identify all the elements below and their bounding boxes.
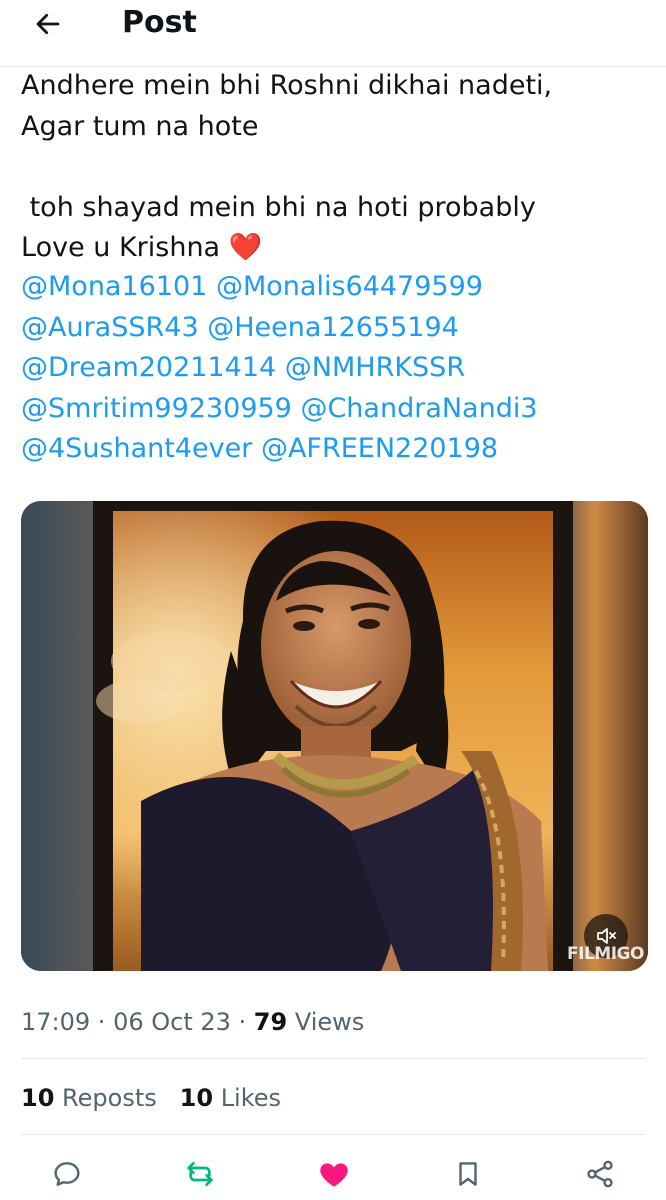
reply-icon: [54, 1162, 80, 1186]
mention-link[interactable]: @Dream20211414: [21, 352, 276, 383]
likes-stat[interactable]: 10 Likes: [180, 1084, 281, 1112]
reposts-label: Reposts: [62, 1084, 157, 1112]
mention-row: @Smritim99230959 @ChandraNandi3: [21, 389, 651, 430]
tweet-line-love: Love u Krishna ❤️: [21, 228, 641, 269]
mention-link[interactable]: @Monalis64479599: [216, 271, 483, 302]
video-watermark: FILMIGO: [567, 944, 644, 964]
reply-button[interactable]: [49, 1156, 85, 1192]
heart-emoji: ❤️: [228, 232, 263, 263]
share-button[interactable]: [582, 1156, 618, 1192]
repost-icon: [187, 1162, 213, 1186]
likes-label: Likes: [220, 1084, 282, 1112]
video-player[interactable]: FILMIGO: [21, 501, 648, 971]
bookmark-button[interactable]: [450, 1156, 486, 1192]
tweet-line: Agar tum na hote: [21, 110, 259, 142]
arrow-left-icon: [36, 13, 60, 35]
tweet-line: Love u Krishna: [21, 232, 221, 263]
mention-link[interactable]: @AFREEN220198: [261, 433, 498, 464]
tweet-meta: 17:09 · 06 Oct 23 · 79 Views: [21, 1008, 365, 1036]
mention-row: @4Sushant4ever @AFREEN220198: [21, 429, 651, 470]
share-icon: [587, 1160, 613, 1188]
mention-link[interactable]: @AuraSSR43: [21, 312, 199, 343]
repost-button[interactable]: [182, 1156, 218, 1192]
mention-link[interactable]: @Smritim99230959: [21, 393, 292, 424]
views-count: 79: [253, 1008, 288, 1036]
heart-icon: [320, 1163, 348, 1187]
post-time: 17:09: [21, 1008, 91, 1036]
views-label[interactable]: Views: [295, 1008, 364, 1036]
mention-row: @Dream20211414 @NMHRKSSR: [21, 348, 651, 389]
tweet-line: toh shayad mein bhi na hoti probably: [21, 191, 536, 223]
divider: [21, 1134, 645, 1135]
reposts-count: 10: [21, 1084, 55, 1112]
reposts-stat[interactable]: 10 Reposts: [21, 1084, 157, 1112]
page-title: Post: [122, 5, 197, 40]
engagement-stats: 10 Reposts 10 Likes: [21, 1080, 281, 1116]
divider: [21, 1058, 645, 1059]
action-bar: [0, 1150, 666, 1198]
back-button[interactable]: [28, 4, 68, 44]
like-button[interactable]: [316, 1156, 352, 1192]
tweet-line: Andhere mein bhi Roshni dikhai nadeti,: [21, 70, 553, 101]
mention-link[interactable]: @Mona16101: [21, 271, 207, 302]
mention-link[interactable]: @Heena12655194: [207, 312, 459, 343]
tweet-line: [21, 147, 641, 188]
mention-row: @Mona16101 @Monalis64479599: [21, 267, 651, 308]
video-frame: [21, 501, 648, 971]
tweet-text: Andhere mein bhi Roshni dikhai nadeti, A…: [21, 66, 641, 269]
likes-count: 10: [179, 1084, 214, 1112]
mention-row: @AuraSSR43 @Heena12655194: [21, 308, 651, 349]
post-date: 06 Oct 23: [113, 1008, 231, 1036]
mention-list: @Mona16101 @Monalis64479599 @AuraSSR43 @…: [21, 267, 651, 470]
mention-link[interactable]: @NMHRKSSR: [285, 352, 465, 383]
bookmark-icon: [459, 1162, 477, 1186]
mention-link[interactable]: @4Sushant4ever: [21, 433, 252, 464]
mention-link[interactable]: @ChandraNandi3: [300, 393, 537, 424]
top-bar: Post: [0, 0, 666, 67]
